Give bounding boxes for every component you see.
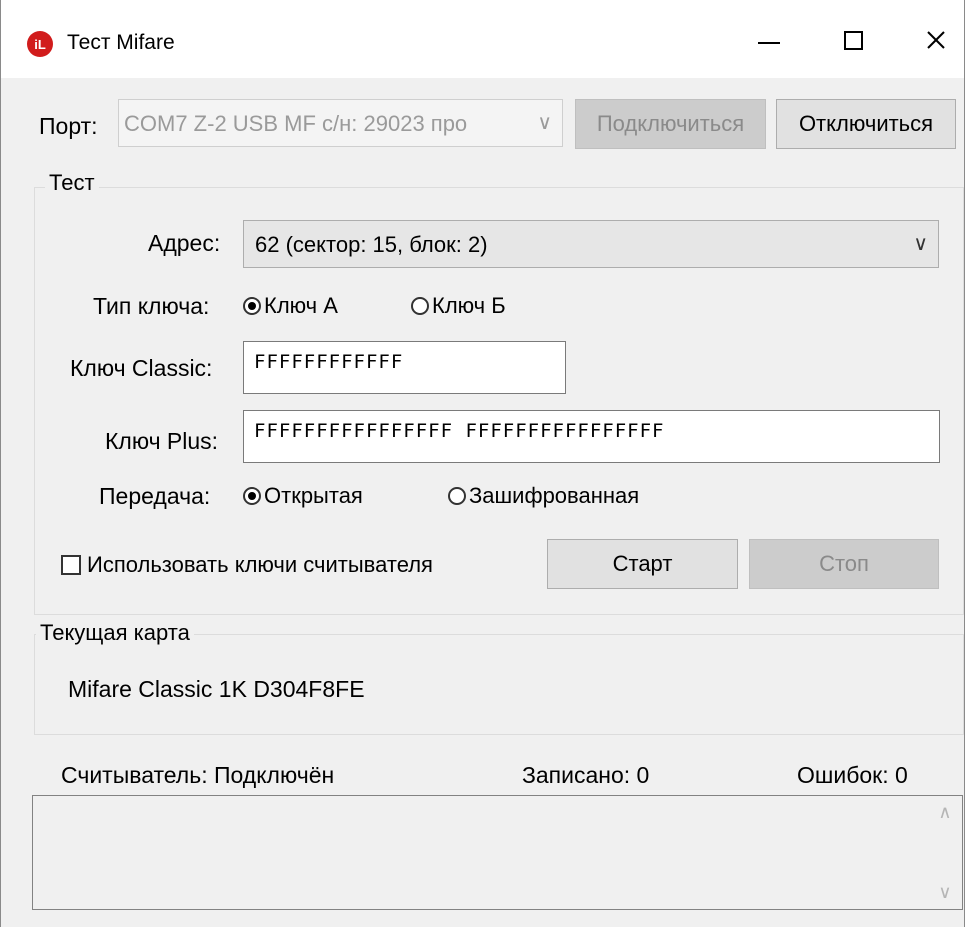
scroll-down-icon[interactable]: ∨ [928,882,962,903]
radio-checked-icon [243,487,261,505]
address-value: 62 (сектор: 15, блок: 2) [255,232,488,257]
address-select[interactable]: 62 (сектор: 15, блок: 2) ∨ [243,220,939,268]
checkbox-unchecked-icon [61,555,81,575]
log-scrollbar[interactable]: ∧ ∨ [928,796,962,909]
key-a-label: Ключ А [264,293,338,318]
use-reader-keys-label: Использовать ключи считывателя [87,552,433,577]
chevron-down-icon: ∨ [913,233,928,255]
radio-unchecked-icon [448,487,466,505]
radio-unchecked-icon [411,297,429,315]
title-bar: iL Тест Mifare [1,0,964,78]
transfer-label: Передача: [99,483,211,509]
maximize-button[interactable] [823,18,883,62]
classic-key-label: Ключ Classic: [70,355,213,381]
test-mifare-window: iL Тест Mifare Порт: COM7 Z-2 USB MF с/н… [0,0,965,927]
plus-key-input[interactable]: FFFFFFFFFFFFFFFF FFFFFFFFFFFFFFFF [243,410,940,463]
port-value: COM7 Z-2 USB MF с/н: 29023 про [124,111,468,136]
written-count: Записано: 0 [522,762,650,788]
minimize-icon [758,42,780,44]
app-logo-icon: iL [27,31,53,57]
key-type-label: Тип ключа: [93,293,210,319]
port-select[interactable]: COM7 Z-2 USB MF с/н: 29023 про ∨ [118,99,563,147]
classic-key-input[interactable]: FFFFFFFFFFFF [243,341,566,394]
error-count: Ошибок: 0 [797,762,908,788]
reader-status: Считыватель: Подключён [61,762,335,788]
current-card-value: Mifare Classic 1K D304F8FE [68,676,365,702]
close-icon [927,31,945,49]
transfer-encrypted-label: Зашифрованная [469,483,640,508]
key-a-radio[interactable]: Ключ А [243,293,338,319]
log-textarea[interactable]: ∧ ∨ [32,795,963,910]
radio-checked-icon [243,297,261,315]
transfer-open-label: Открытая [264,483,363,508]
connect-button[interactable]: Подключиться [575,99,766,149]
window-title: Тест Mifare [67,31,175,54]
scroll-up-icon[interactable]: ∧ [928,802,962,823]
plus-key-label: Ключ Plus: [105,428,219,454]
transfer-encrypted-radio[interactable]: Зашифрованная [448,483,639,509]
disconnect-button[interactable]: Отключиться [776,99,956,149]
close-button[interactable] [906,18,966,62]
stop-button[interactable]: Стоп [749,539,939,589]
chevron-down-icon: ∨ [537,112,552,134]
port-label: Порт: [39,113,98,139]
maximize-icon [843,30,863,50]
test-group-title: Тест [45,170,99,196]
transfer-open-radio[interactable]: Открытая [243,483,363,509]
start-button[interactable]: Старт [547,539,738,589]
current-card-title: Текущая карта [36,620,194,646]
key-b-radio[interactable]: Ключ Б [411,293,506,319]
classic-key-value: FFFFFFFFFFFF [254,351,404,373]
plus-key-value: FFFFFFFFFFFFFFFF FFFFFFFFFFFFFFFF [254,420,665,442]
address-label: Адрес: [148,230,221,256]
minimize-button[interactable] [739,18,799,62]
use-reader-keys-checkbox[interactable]: Использовать ключи считывателя [61,552,433,578]
key-b-label: Ключ Б [432,293,506,318]
